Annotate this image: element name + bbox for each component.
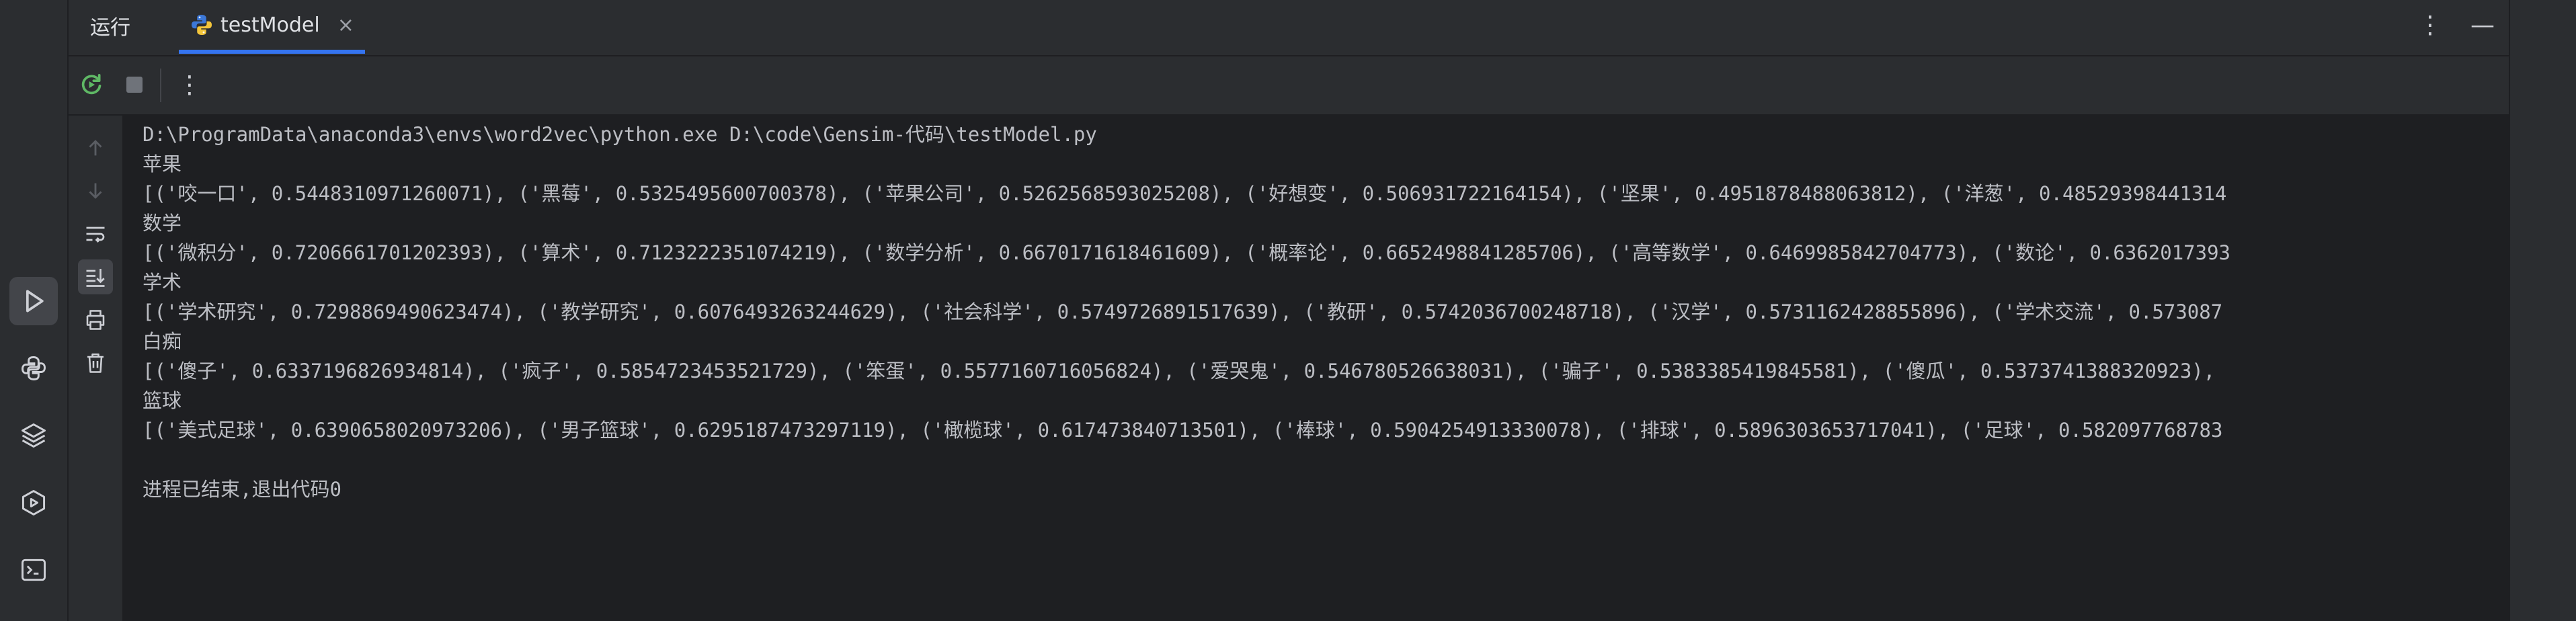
scroll-down-icon bbox=[89, 183, 102, 199]
terminal-button[interactable] bbox=[9, 546, 58, 594]
scroll-to-end-icon bbox=[86, 269, 105, 287]
services-icon bbox=[22, 490, 46, 515]
rerun-button[interactable] bbox=[74, 67, 109, 102]
ide-window: 运行 testModel × ⋮ — ⋮ D:\ProgramData\anac… bbox=[0, 0, 2576, 621]
console-line-result: [('微积分', 0.7206661701202393), ('算术', 0.7… bbox=[143, 241, 2231, 264]
print-button[interactable] bbox=[78, 302, 113, 337]
console-line-result: [('咬一口', 0.5448310971260071), ('黑莓', 0.5… bbox=[143, 182, 2227, 205]
run-tab-testmodel[interactable]: testModel × bbox=[179, 0, 365, 54]
python-console-icon bbox=[22, 356, 46, 380]
console-line-query: 苹果 bbox=[143, 153, 182, 175]
rerun-icon bbox=[81, 74, 102, 95]
run-tab-label: testModel bbox=[220, 13, 320, 37]
console-line-query: 数学 bbox=[143, 212, 182, 235]
close-tab-icon[interactable]: × bbox=[337, 13, 354, 37]
tool-window-title: 运行 bbox=[90, 16, 130, 40]
minimize-icon[interactable]: — bbox=[2464, 7, 2501, 43]
console-line-result: [('学术研究', 0.7298869490623474), ('教学研究', … bbox=[143, 300, 2223, 323]
soft-wrap-icon bbox=[86, 226, 105, 243]
scroll-up-icon bbox=[89, 140, 102, 156]
right-tool-strip bbox=[2509, 0, 2576, 621]
layers-button[interactable] bbox=[9, 411, 58, 460]
console-line-query: 篮球 bbox=[143, 389, 182, 412]
services-button[interactable] bbox=[9, 479, 58, 527]
python-console-button[interactable] bbox=[9, 344, 58, 392]
console-gutter bbox=[69, 116, 122, 621]
console-line-result: [('傻子', 0.6337196826934814), ('疯子', 0.58… bbox=[143, 360, 2227, 382]
scroll-down-button[interactable] bbox=[78, 173, 113, 208]
console-line-query: 白痴 bbox=[143, 330, 182, 353]
console-line-command: D:\ProgramData\anaconda3\envs\word2vec\p… bbox=[143, 123, 1097, 146]
more-options-icon[interactable]: ⋮ bbox=[2412, 7, 2448, 43]
console-line-query: 学术 bbox=[143, 271, 182, 294]
soft-wrap-button[interactable] bbox=[78, 216, 113, 251]
python-file-icon bbox=[192, 15, 212, 35]
console-line-result: [('美式足球', 0.6390658020973206), ('男子篮球', … bbox=[143, 419, 2223, 442]
toolbar-divider bbox=[160, 69, 161, 102]
layers-icon bbox=[22, 423, 46, 448]
header-actions: ⋮ — bbox=[2412, 7, 2501, 43]
scroll-up-button[interactable] bbox=[78, 130, 113, 165]
stop-button[interactable] bbox=[117, 67, 152, 102]
print-icon bbox=[86, 310, 105, 330]
console-output[interactable]: D:\ProgramData\anaconda3\envs\word2vec\p… bbox=[122, 116, 2509, 621]
stop-icon bbox=[126, 77, 143, 93]
clear-all-button[interactable] bbox=[78, 345, 113, 380]
console-line-exit-status: 进程已结束,退出代码0 bbox=[143, 478, 341, 501]
more-icon[interactable]: ⋮ bbox=[172, 67, 207, 102]
run-icon bbox=[26, 290, 44, 313]
run-toolbar: ⋮ bbox=[69, 56, 2509, 116]
scroll-to-end-button[interactable] bbox=[78, 259, 113, 294]
activity-bar bbox=[0, 0, 69, 621]
terminal-icon bbox=[22, 558, 46, 581]
trash-icon bbox=[87, 353, 104, 373]
run-tool-window-header: 运行 testModel × ⋮ — bbox=[69, 0, 2509, 56]
run-tool-button[interactable] bbox=[9, 277, 58, 325]
